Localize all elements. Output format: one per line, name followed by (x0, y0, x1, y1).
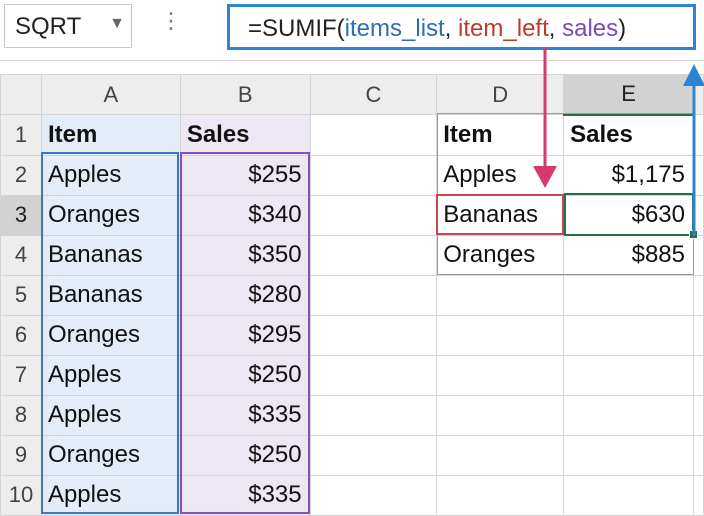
annotation-arrows (533, 48, 704, 236)
item-left-arrowhead-icon (533, 166, 557, 188)
formula-link-arrowhead-icon (683, 64, 704, 86)
